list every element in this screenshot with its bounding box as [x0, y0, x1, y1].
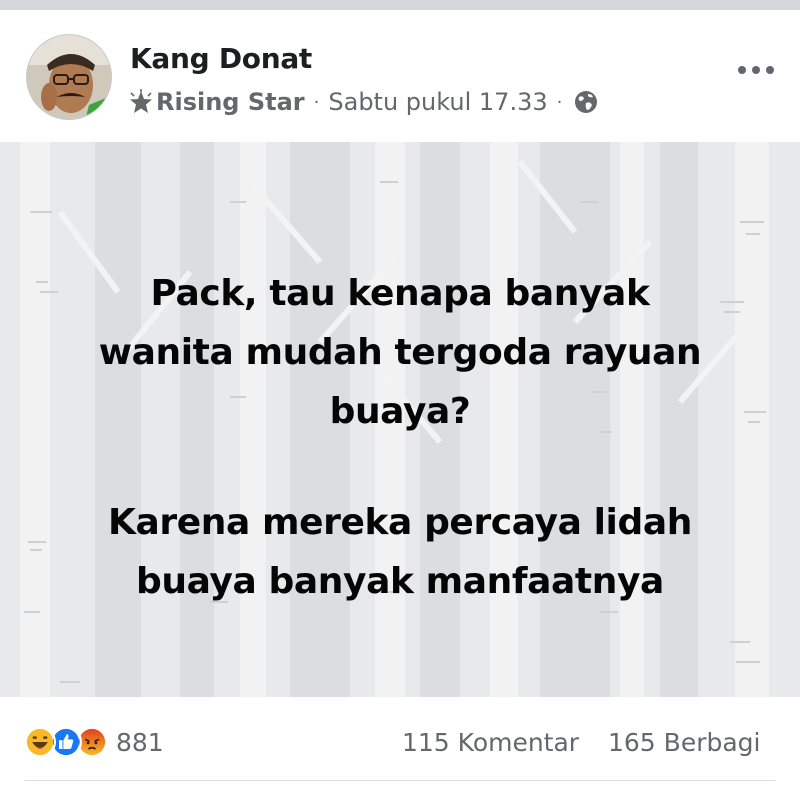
reaction-count: 881: [116, 727, 164, 757]
post-line: Pack, tau kenapa banyak: [150, 273, 650, 314]
comments-count-link[interactable]: 115 Komentar: [402, 728, 579, 757]
post-line: buaya banyak manfaatnya: [136, 561, 664, 602]
post-body-text: Pack, tau kenapa banyak wanita mudah ter…: [0, 264, 800, 611]
haha-icon: [24, 726, 56, 758]
author-name[interactable]: Kang Donat: [130, 42, 312, 75]
footer-divider: [24, 780, 776, 781]
post-meta: Rising Star · Sabtu pukul 17.33 ·: [128, 84, 599, 120]
reactions-summary[interactable]: 881: [24, 725, 164, 759]
meta-separator: ·: [313, 91, 320, 113]
top-separator-strip: [0, 0, 800, 10]
post-header: Kang Donat Rising Star · Sabtu pukul 17.…: [0, 10, 800, 142]
badge-label[interactable]: Rising Star: [156, 88, 305, 116]
post-footer: 881 115 Komentar 165 Berbagi: [0, 697, 800, 800]
shares-count-link[interactable]: 165 Berbagi: [608, 728, 760, 757]
author-avatar[interactable]: [26, 34, 112, 120]
more-options-icon[interactable]: [734, 60, 778, 80]
rising-star-badge-icon: [130, 89, 152, 113]
globe-icon[interactable]: [573, 89, 599, 115]
post-line: Karena mereka percaya lidah: [107, 502, 692, 543]
post-timestamp[interactable]: Sabtu pukul 17.33: [328, 88, 547, 116]
post-paragraph-question: Pack, tau kenapa banyak wanita mudah ter…: [0, 264, 800, 441]
post-line: buaya?: [329, 391, 471, 432]
post-paragraph-answer: Karena mereka percaya lidah buaya banyak…: [0, 493, 800, 611]
post-line: wanita mudah tergoda rayuan: [98, 332, 702, 373]
meta-separator: ·: [556, 91, 563, 113]
post-text-card: Pack, tau kenapa banyak wanita mudah ter…: [0, 142, 800, 697]
